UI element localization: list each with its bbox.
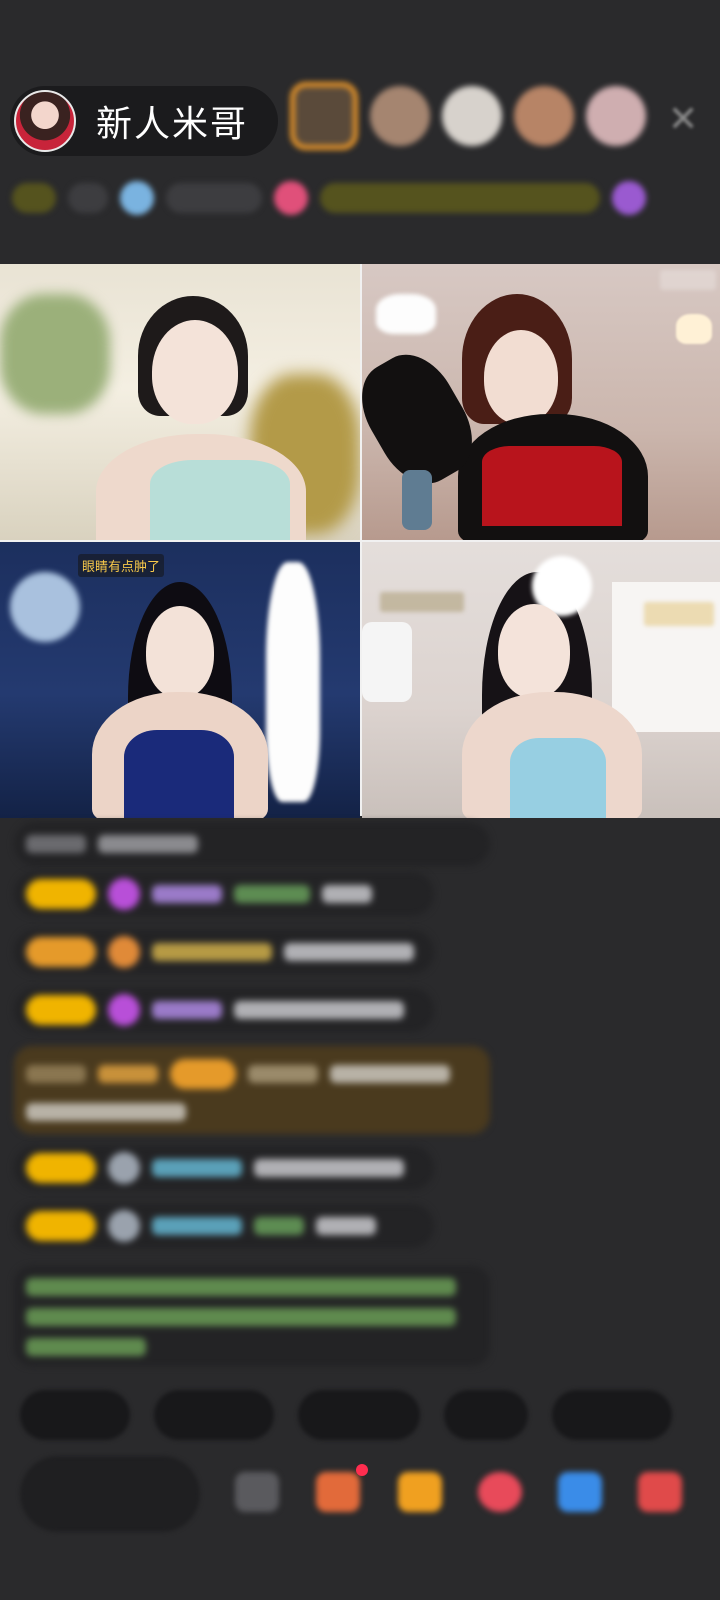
close-icon[interactable]: ✕ [668,100,698,140]
notice-chip [320,183,600,213]
system-notice [14,1266,490,1366]
game-icon[interactable] [558,1472,602,1512]
host-dress [150,460,290,540]
chat-message [14,872,434,916]
host-top [124,730,234,818]
host-face [498,604,570,698]
tile-tag [380,592,464,612]
co-host-video-grid: 眼睛有点肿了 [0,264,720,818]
chat-message-highlight [14,1046,490,1134]
lamp-decor [266,562,320,802]
lips-icon[interactable] [478,1472,522,1512]
info-chip [166,183,262,213]
quick-reply-chip[interactable] [154,1390,274,1440]
tile-tag [660,270,716,290]
viewer-avatars[interactable] [290,82,646,150]
host-top [510,738,606,818]
viewer-avatar[interactable] [290,82,358,150]
comment-input[interactable] [20,1456,200,1532]
emoji-icon[interactable] [235,1472,279,1512]
host-face [152,320,238,424]
tile-caption: 眼睛有点肿了 [78,554,165,577]
furniture-decor [362,622,412,702]
quick-reply-chip[interactable] [444,1390,528,1440]
bottom-toolbar [20,1456,720,1532]
lamp-decor [676,314,712,344]
video-tile[interactable]: 眼睛有点肿了 [0,542,360,818]
video-tile[interactable] [0,264,360,540]
quick-reply-chip[interactable] [552,1390,672,1440]
flower-decor [10,572,80,642]
plant-decor [0,294,110,414]
lamp-decor [376,294,436,334]
treasure-icon[interactable] [398,1472,442,1512]
host-info-pill[interactable]: 新人米哥 [10,86,278,156]
quick-reply-row[interactable] [20,1390,672,1440]
rank-icon [12,183,56,213]
quick-reply-chip[interactable] [20,1390,130,1440]
video-tile[interactable] [362,542,720,818]
host-top [482,446,622,526]
tile-tag [644,602,714,626]
chat-message [14,1204,434,1248]
room-info-bar[interactable] [12,176,702,220]
follow-icon[interactable] [274,181,308,215]
host-avatar[interactable] [14,90,76,152]
quick-reply-chip[interactable] [298,1390,420,1440]
viewer-avatar[interactable] [442,86,502,146]
viewer-avatar[interactable] [370,86,430,146]
chat-message [14,1146,434,1190]
viewer-avatar[interactable] [514,86,574,146]
host-name: 新人米哥 [96,104,249,145]
gift-icon[interactable] [638,1472,682,1512]
microphone [402,470,432,530]
gift-box-icon[interactable] [316,1472,360,1512]
fan-club-icon [120,181,154,215]
info-chip [68,183,108,213]
host-face [484,330,558,424]
activity-icon[interactable] [612,181,646,215]
notification-dot [356,1464,368,1476]
chat-message [14,988,434,1032]
viewer-avatar[interactable] [586,86,646,146]
video-tile[interactable] [362,264,720,540]
chat-message [14,930,434,974]
host-face [146,606,214,698]
chat-message [14,822,490,866]
